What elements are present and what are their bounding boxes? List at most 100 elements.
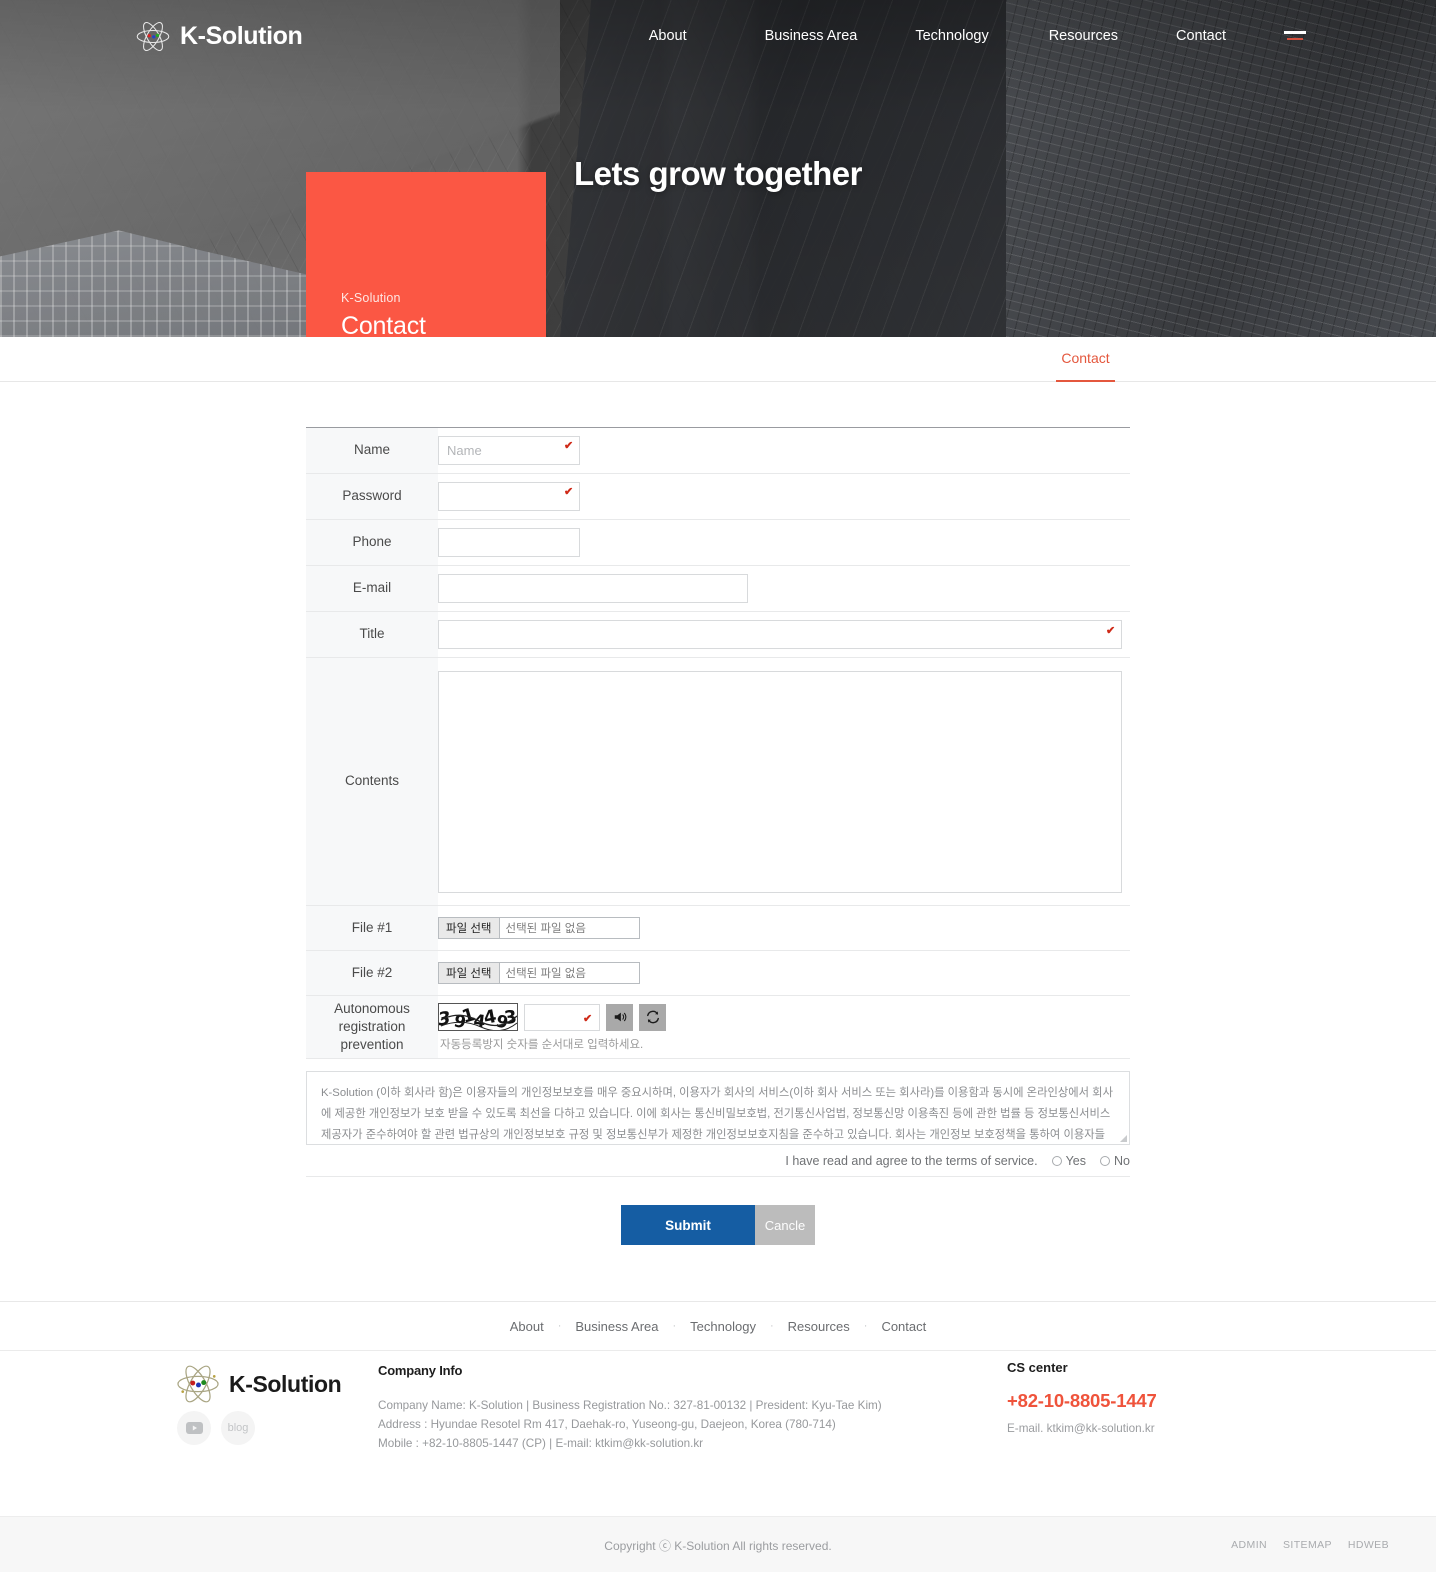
- file-input-2[interactable]: 파일 선택 선택된 파일 없음: [438, 962, 640, 984]
- copyright-bar: Copyright ⓒ K-Solution All rights reserv…: [0, 1516, 1436, 1572]
- field-email: [438, 565, 1130, 612]
- file-status-2: 선택된 파일 없음: [505, 968, 586, 980]
- copyright-text: Copyright ⓒ K-Solution All rights reserv…: [604, 1538, 832, 1553]
- file-input-1[interactable]: 파일 선택 선택된 파일 없음: [438, 917, 640, 939]
- company-info-line-3: Mobile : +82-10-8805-1447 (CP) | E-mail:…: [378, 1436, 704, 1450]
- contents-textarea[interactable]: [438, 670, 1122, 893]
- link-admin[interactable]: ADMIN: [1231, 1539, 1267, 1551]
- nav-item-business-area[interactable]: Business Area: [765, 28, 858, 44]
- agree-yes-option[interactable]: Yes: [1051, 1153, 1087, 1168]
- cs-center-title: CS center: [1007, 1360, 1068, 1375]
- label-title: Title: [306, 611, 438, 658]
- hamburger-icon[interactable]: [1284, 28, 1306, 44]
- footer-nav-separator: ·: [769, 1320, 774, 1332]
- cs-center-phone: +82-10-8805-1447: [1007, 1390, 1157, 1411]
- file-choose-button-1[interactable]: 파일 선택: [439, 918, 500, 938]
- footer-nav-business-area[interactable]: Business Area: [575, 1319, 658, 1334]
- agreement-label: I have read and agree to the terms of se…: [785, 1153, 1038, 1168]
- file-choose-button-2[interactable]: 파일 선택: [439, 963, 500, 983]
- footer-nav-about[interactable]: About: [510, 1319, 544, 1334]
- youtube-icon[interactable]: [177, 1411, 211, 1445]
- company-info-line-1: Company Name: K-Solution | Business Regi…: [378, 1399, 882, 1412]
- field-title: ✔: [438, 611, 1130, 658]
- top-navigation-bar: K-Solution About Business Area Technolog…: [0, 0, 1436, 72]
- footer-nav-contact[interactable]: Contact: [881, 1319, 926, 1334]
- name-input[interactable]: [438, 436, 580, 465]
- nav-item-contact[interactable]: Contact: [1176, 28, 1226, 44]
- footer-nav-separator: ·: [557, 1320, 562, 1332]
- label-email: E-mail: [306, 565, 438, 612]
- refresh-icon: [646, 1010, 659, 1024]
- main-nav: About Business Area Technology Resources…: [649, 28, 1284, 44]
- company-info-line-2: Address : Hyundae Resotel Rm 417, Daehak…: [378, 1417, 836, 1431]
- email-input[interactable]: [438, 574, 748, 603]
- footer-nav-separator: ·: [863, 1320, 868, 1332]
- company-info: Company Info Company Name: K-Solution | …: [378, 1363, 998, 1454]
- radio-icon: [1051, 1155, 1062, 1166]
- footer-navigation: About · Business Area · Technology · Res…: [0, 1302, 1436, 1351]
- title-input[interactable]: [438, 620, 1122, 649]
- field-file-2: 파일 선택 선택된 파일 없음: [438, 950, 1130, 996]
- form-row-file2: File #2 파일 선택 선택된 파일 없음: [306, 950, 1130, 996]
- link-sitemap[interactable]: SITEMAP: [1283, 1539, 1332, 1551]
- file-status-1: 선택된 파일 없음: [505, 923, 586, 935]
- nav-item-resources[interactable]: Resources: [1049, 28, 1118, 44]
- label-contents: Contents: [306, 657, 438, 906]
- agree-no-label: No: [1114, 1153, 1130, 1168]
- link-hdweb[interactable]: HDWEB: [1348, 1539, 1389, 1551]
- terms-text: K-Solution (이하 회사라 함)은 이용자들의 개인정보보호를 매우 …: [321, 1087, 1113, 1141]
- field-contents: [438, 657, 1130, 906]
- agreement-row: I have read and agree to the terms of se…: [306, 1145, 1130, 1177]
- hero-headline: Lets grow together: [573, 155, 863, 192]
- captcha-sound-button[interactable]: [606, 1003, 633, 1031]
- radio-icon: [1100, 1155, 1111, 1166]
- footer-nav-separator: ·: [672, 1320, 677, 1332]
- site-logo[interactable]: K-Solution: [135, 20, 303, 53]
- blog-icon[interactable]: blog: [221, 1411, 255, 1445]
- nav-item-about[interactable]: About: [649, 28, 687, 44]
- social-links: blog: [177, 1411, 255, 1445]
- blog-label: blog: [227, 1422, 249, 1434]
- bottom-links: ADMIN SITEMAP HDWEB: [1231, 1517, 1389, 1573]
- page-card-subtitle: K-Solution: [341, 291, 401, 305]
- agree-no-option[interactable]: No: [1100, 1154, 1130, 1168]
- password-input[interactable]: [438, 482, 580, 511]
- page-card-title: Contact: [341, 312, 426, 337]
- captcha-input-wrap[interactable]: ✔: [524, 1003, 600, 1031]
- footer-nav-technology[interactable]: Technology: [690, 1319, 756, 1334]
- captcha-refresh-button[interactable]: [639, 1003, 666, 1031]
- cs-center: CS center +82-10-8805-1447 E-mail. ktkim…: [1007, 1360, 1157, 1435]
- footer-nav-resources[interactable]: Resources: [788, 1319, 850, 1334]
- captcha-image: 3 9 1 4 4 9 3: [438, 1003, 518, 1031]
- phone-input[interactable]: [438, 528, 580, 557]
- tab-contact[interactable]: Contact: [1056, 337, 1115, 382]
- form-row-captcha: Autonomous registration prevention 3 9 1…: [306, 995, 1130, 1059]
- form-row-password: Password ✔: [306, 473, 1130, 520]
- field-file-1: 파일 선택 선택된 파일 없음: [438, 905, 1130, 951]
- field-password: ✔: [438, 473, 1130, 520]
- page-title-card: K-Solution Contact: [306, 172, 546, 337]
- field-phone: [438, 519, 1130, 566]
- label-password: Password: [306, 473, 438, 520]
- speaker-icon: [614, 1012, 626, 1022]
- atom-logo-icon: [177, 1365, 219, 1403]
- form-row-email: E-mail: [306, 565, 1130, 612]
- field-name: ✔: [438, 427, 1130, 474]
- svg-text:3: 3: [439, 1008, 451, 1031]
- contact-form-table: Name ✔ Password ✔ Phone: [306, 427, 1130, 1059]
- nav-item-technology[interactable]: Technology: [915, 28, 988, 44]
- logo-text: K-Solution: [180, 21, 303, 50]
- contact-form-section: Name ✔ Password ✔ Phone: [0, 382, 1436, 1245]
- hero-banner: Lets grow together K-Solution About Busi…: [0, 0, 1436, 337]
- agree-yes-label: Yes: [1065, 1153, 1087, 1168]
- terms-of-service-box[interactable]: K-Solution (이하 회사라 함)은 이용자들의 개인정보보호를 매우 …: [306, 1071, 1130, 1145]
- label-file-2: File #2: [306, 950, 438, 996]
- form-row-phone: Phone: [306, 519, 1130, 566]
- required-check-icon: ✔: [583, 1012, 593, 1025]
- captcha-hint-text: 자동등록방지 숫자를 순서대로 입력하세요.: [440, 1039, 644, 1051]
- submit-button[interactable]: Submit: [621, 1205, 755, 1245]
- atom-logo-icon: [136, 21, 170, 51]
- footer-logo[interactable]: K-Solution: [175, 1363, 342, 1405]
- company-info-title: Company Info: [378, 1363, 463, 1378]
- cancel-button[interactable]: Cancle: [755, 1205, 815, 1245]
